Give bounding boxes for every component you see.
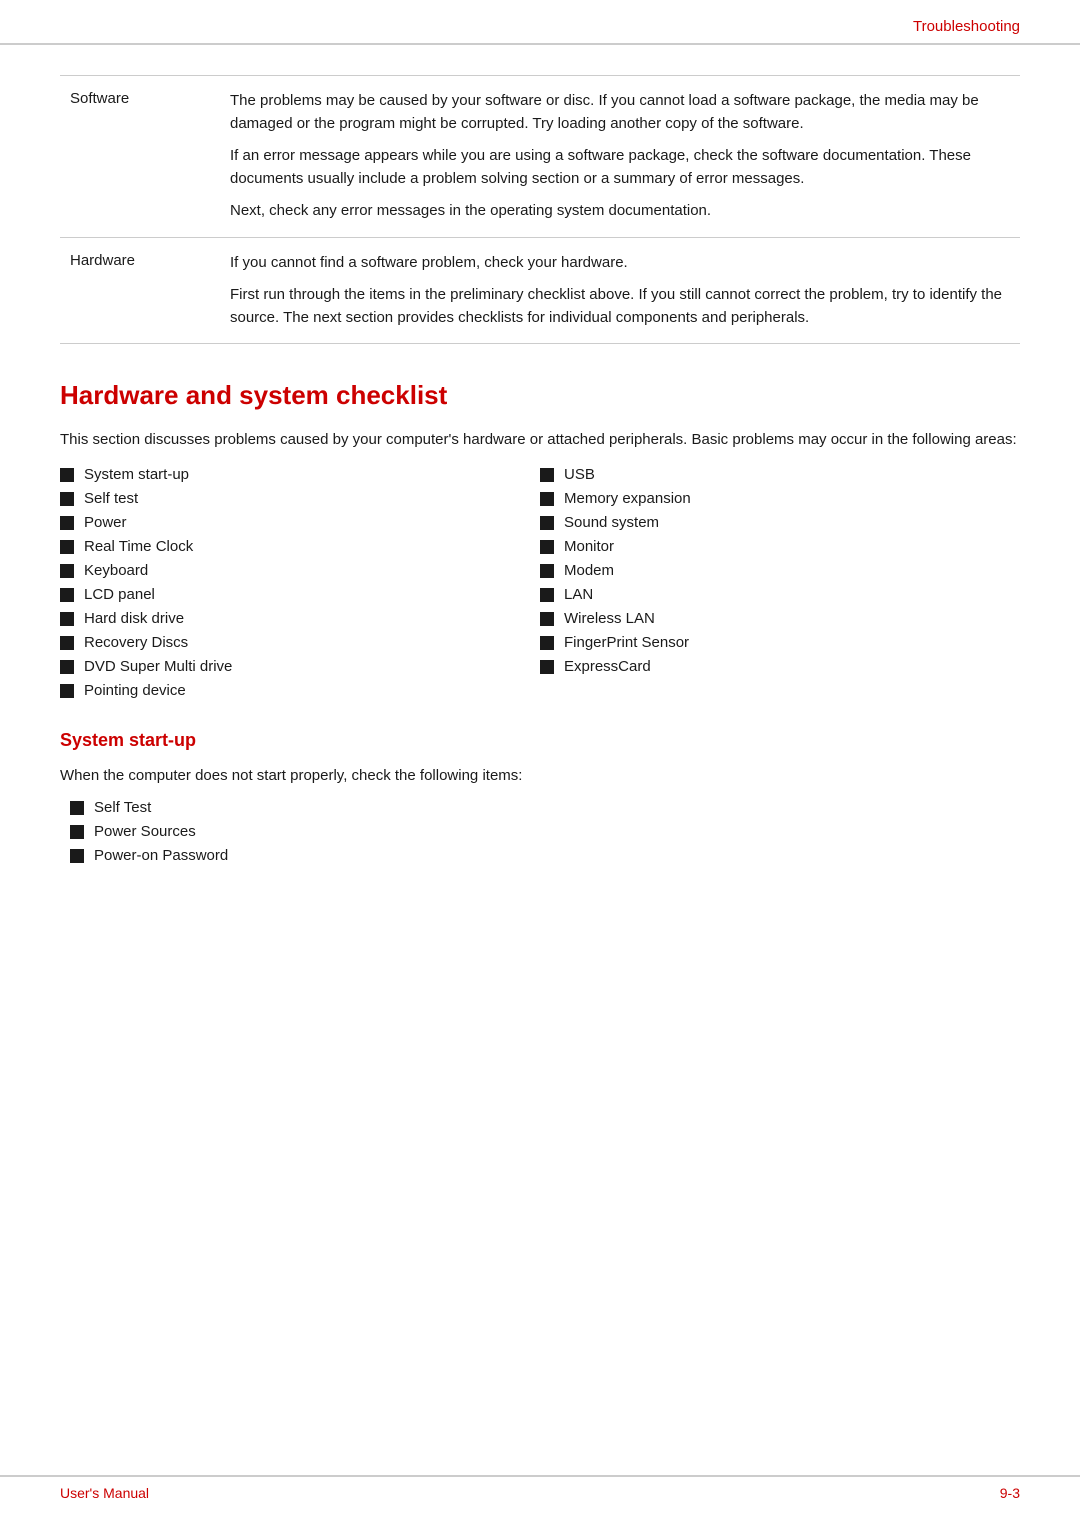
list-item: Keyboard [60, 562, 540, 579]
startup-list-item: Power-on Password [70, 847, 1020, 864]
bullet-icon [60, 492, 74, 506]
header-title: Troubleshooting [913, 18, 1020, 35]
bullet-icon [540, 588, 554, 602]
list-item: Sound system [540, 514, 1020, 531]
bullet-icon [540, 540, 554, 554]
startup-list-item-label: Power Sources [94, 823, 196, 840]
list-item-label: LAN [564, 586, 593, 603]
page-container: Troubleshooting SoftwareThe problems may… [0, 0, 1080, 1529]
list-item-label: Sound system [564, 514, 659, 531]
list-item-label: Recovery Discs [84, 634, 188, 651]
table-paragraph: If you cannot find a software problem, c… [230, 252, 1010, 275]
hardware-list-col2: USB Memory expansion Sound system Monitor Mo… [540, 466, 1020, 706]
startup-list-item: Self Test [70, 799, 1020, 816]
hardware-list: System start-up Self test Power Real Time C… [60, 466, 1020, 706]
list-item: Modem [540, 562, 1020, 579]
list-item-label: DVD Super Multi drive [84, 658, 232, 675]
hardware-section-intro: This section discusses problems caused b… [60, 429, 1020, 452]
bullet-icon [60, 612, 74, 626]
footer-left: User's Manual [60, 1485, 149, 1501]
bullet-icon [60, 588, 74, 602]
bullet-icon [60, 468, 74, 482]
page-footer: User's Manual 9-3 [0, 1475, 1080, 1509]
system-startup-intro: When the computer does not start properl… [60, 765, 1020, 788]
list-item-label: ExpressCard [564, 658, 651, 675]
bullet-icon [60, 564, 74, 578]
content-table: SoftwareThe problems may be caused by yo… [60, 75, 1020, 344]
table-row-content: If you cannot find a software problem, c… [220, 237, 1020, 344]
bullet-icon [60, 636, 74, 650]
list-item: FingerPrint Sensor [540, 634, 1020, 651]
list-item: System start-up [60, 466, 540, 483]
bullet-icon [540, 660, 554, 674]
bullet-icon [540, 468, 554, 482]
table-paragraph: The problems may be caused by your softw… [230, 90, 1010, 135]
bullet-icon [540, 636, 554, 650]
bullet-icon [540, 612, 554, 626]
list-item-label: Memory expansion [564, 490, 691, 507]
list-item: Power [60, 514, 540, 531]
main-content: SoftwareThe problems may be caused by yo… [0, 75, 1080, 864]
table-row: Hardware If you cannot find a software pr… [60, 237, 1020, 344]
bullet-icon [540, 492, 554, 506]
bullet-icon [70, 801, 84, 815]
list-item-label: Self test [84, 490, 138, 507]
startup-list-item-label: Power-on Password [94, 847, 228, 864]
list-item-label: Wireless LAN [564, 610, 655, 627]
table-row-label: Hardware [60, 237, 220, 344]
table-paragraph: If an error message appears while you ar… [230, 145, 1010, 190]
list-item: LCD panel [60, 586, 540, 603]
startup-list-item: Power Sources [70, 823, 1020, 840]
list-item-label: Hard disk drive [84, 610, 184, 627]
bullet-icon [60, 660, 74, 674]
system-startup-heading: System start-up [60, 730, 1020, 751]
bullet-icon [70, 849, 84, 863]
bullet-icon [70, 825, 84, 839]
page-header: Troubleshooting [0, 0, 1080, 45]
list-item: Real Time Clock [60, 538, 540, 555]
list-item-label: USB [564, 466, 595, 483]
bullet-icon [60, 684, 74, 698]
list-item: Pointing device [60, 682, 540, 699]
table-row: SoftwareThe problems may be caused by yo… [60, 76, 1020, 238]
list-item-label: FingerPrint Sensor [564, 634, 689, 651]
footer-right: 9-3 [1000, 1485, 1020, 1501]
list-item-label: LCD panel [84, 586, 155, 603]
hardware-list-col1: System start-up Self test Power Real Time C… [60, 466, 540, 706]
bullet-icon [540, 516, 554, 530]
bullet-icon [60, 540, 74, 554]
list-item: LAN [540, 586, 1020, 603]
list-item-label: System start-up [84, 466, 189, 483]
list-item-label: Real Time Clock [84, 538, 193, 555]
startup-list-item-label: Self Test [94, 799, 151, 816]
list-item: Wireless LAN [540, 610, 1020, 627]
list-item-label: Pointing device [84, 682, 186, 699]
hardware-section-heading: Hardware and system checklist [60, 380, 1020, 411]
list-item-label: Keyboard [84, 562, 148, 579]
list-item: ExpressCard [540, 658, 1020, 675]
table-paragraph: Next, check any error messages in the op… [230, 200, 1010, 223]
list-item: Hard disk drive [60, 610, 540, 627]
list-item: Memory expansion [540, 490, 1020, 507]
table-row-label: Software [60, 76, 220, 238]
bullet-icon [540, 564, 554, 578]
bullet-icon [60, 516, 74, 530]
startup-list: Self Test Power Sources Power-on Password [70, 799, 1020, 864]
table-row-content: The problems may be caused by your softw… [220, 76, 1020, 238]
list-item: USB [540, 466, 1020, 483]
list-item: Recovery Discs [60, 634, 540, 651]
table-paragraph: First run through the items in the preli… [230, 284, 1010, 329]
list-item-label: Modem [564, 562, 614, 579]
list-item-label: Monitor [564, 538, 614, 555]
list-item-label: Power [84, 514, 127, 531]
list-item: Self test [60, 490, 540, 507]
list-item: Monitor [540, 538, 1020, 555]
list-item: DVD Super Multi drive [60, 658, 540, 675]
